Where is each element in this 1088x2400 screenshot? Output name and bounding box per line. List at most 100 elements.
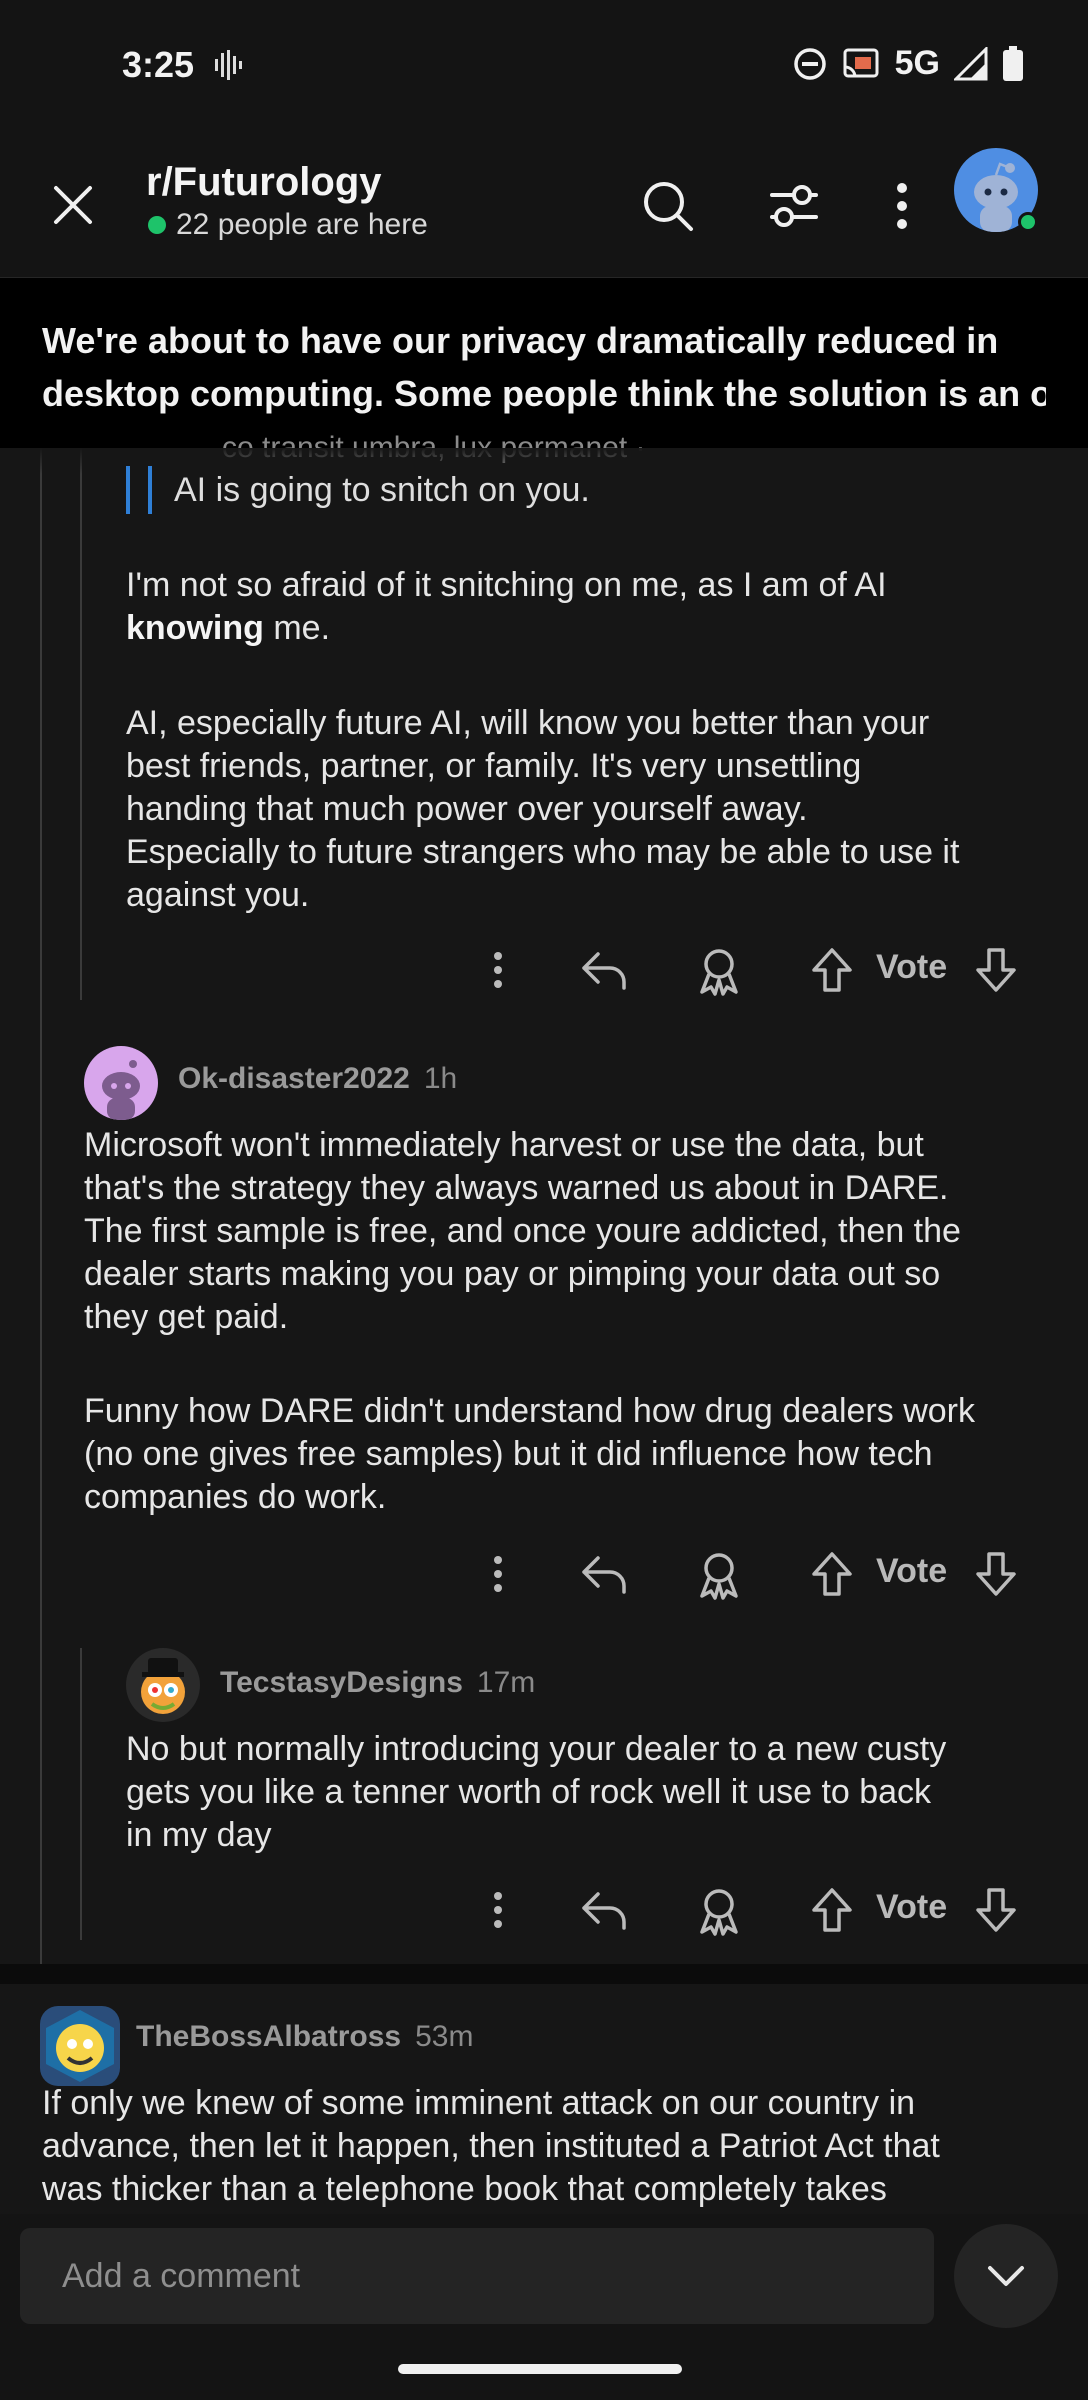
commenter-avatar[interactable] (84, 1046, 158, 1120)
comment-meta: TheBossAlbatross 53m (136, 2020, 473, 2054)
vote-label: Vote (876, 1552, 948, 1590)
upvote-icon[interactable] (810, 1550, 854, 1598)
signal-icon (954, 46, 988, 80)
block-quote: AI is going to snitch on you. (126, 466, 590, 514)
quote-text: AI is going to snitch on you. (174, 471, 590, 509)
comment-line: dealer starts making you pay or pimping … (84, 1255, 941, 1293)
comment-body: Microsoft won't immediately harvest or u… (84, 1124, 961, 1339)
comment-meta: Ok-disaster2022 1h (178, 1062, 457, 1096)
online-count: 22 people are here (148, 208, 428, 242)
downvote-icon[interactable] (974, 1886, 1018, 1934)
comment-line: Microsoft won't immediately harvest or u… (84, 1126, 924, 1164)
downvote-icon[interactable] (974, 946, 1018, 994)
comment-line: in my day (126, 1816, 272, 1854)
comment-line: handing that much power over yourself aw… (126, 790, 808, 828)
dnd-icon (793, 47, 826, 80)
comment-age: 1h (423, 1062, 458, 1095)
custom-avatar-icon (141, 1658, 185, 1714)
comment-line: that's the strategy they always warned u… (84, 1169, 949, 1207)
avatar-online-dot (1018, 212, 1038, 232)
vote-label: Vote (876, 1888, 948, 1926)
comment-composer-bar: Add a comment (0, 2214, 1088, 2400)
upvote-icon[interactable] (810, 1886, 854, 1934)
comment-line: If only we knew of some imminent attack … (42, 2084, 916, 2122)
comment-line: they get paid. (84, 1298, 289, 1336)
comment-line: The first sample is free, and once youre… (84, 1212, 961, 1250)
more-vertical-icon[interactable] (478, 948, 518, 996)
quote-bar (148, 466, 152, 514)
status-icons: 5G (793, 44, 1024, 83)
award-icon[interactable] (696, 946, 742, 996)
comment-text: me. (263, 609, 331, 647)
snoo-avatar-icon (102, 1060, 140, 1120)
upvote-icon[interactable] (810, 946, 854, 994)
close-icon[interactable] (46, 178, 100, 232)
comment-line: companies do work. (84, 1478, 387, 1516)
comment-body: Funny how DARE didn't understand how dru… (84, 1390, 975, 1519)
comment-line: AI, especially future AI, will know you … (126, 704, 930, 742)
next-comment: TheBossAlbatross 53m If only we knew of … (0, 1984, 1088, 2214)
commenter-avatar[interactable] (126, 1648, 200, 1722)
cast-icon (843, 48, 879, 77)
online-indicator (148, 216, 166, 234)
comment-line: (no one gives free samples) but it did i… (84, 1435, 933, 1473)
thread-line (80, 448, 82, 1000)
comment-actions: Vote (478, 1882, 1038, 1942)
downvote-icon[interactable] (974, 1550, 1018, 1598)
subreddit-title[interactable]: r/Futurology (146, 160, 382, 205)
search-icon[interactable] (640, 178, 696, 234)
filter-icon[interactable] (766, 178, 822, 234)
status-bar: 3:25 5G (0, 0, 1088, 134)
comment-author[interactable]: TheBossAlbatross (136, 2020, 401, 2054)
more-vertical-icon[interactable] (478, 1552, 518, 1600)
comment-body: I'm not so afraid of it snitching on me,… (126, 564, 887, 650)
comment-line: Especially to future strangers who may b… (126, 833, 960, 871)
home-indicator[interactable] (398, 2364, 682, 2374)
reply-icon[interactable] (580, 948, 628, 992)
comment-text: I'm not so afraid of it snitching on me,… (126, 566, 887, 604)
comment-actions: Vote (478, 942, 1038, 1002)
award-icon[interactable] (696, 1886, 742, 1936)
reply-icon[interactable] (580, 1552, 628, 1596)
commenter-avatar[interactable] (40, 2006, 120, 2086)
thread-separator (0, 1964, 1088, 1984)
more-vertical-icon[interactable] (478, 1888, 518, 1936)
collapse-button[interactable] (954, 2224, 1058, 2328)
comment-body: AI, especially future AI, will know you … (126, 702, 959, 917)
award-icon[interactable] (696, 1550, 742, 1600)
audio-wave-icon (215, 50, 242, 80)
online-count-label: 22 people are here (176, 208, 428, 241)
app-header: r/Futurology 22 people are here (0, 134, 1088, 278)
comment-author[interactable]: Ok-disaster2022 (178, 1062, 410, 1096)
battery-icon (1003, 45, 1023, 81)
thread-line (40, 448, 42, 1964)
thread-line (80, 1648, 82, 1940)
more-vertical-icon[interactable] (880, 178, 924, 234)
comment-line: against you. (126, 876, 310, 914)
post-title-banner[interactable]: We're about to have our privacy dramatic… (0, 278, 1088, 448)
post-title-line-1: We're about to have our privacy dramatic… (42, 320, 999, 361)
chevron-down-icon (988, 2266, 1024, 2286)
comment-line: best friends, partner, or family. It's v… (126, 747, 862, 785)
comment-line: No but normally introducing your dealer … (126, 1730, 947, 1768)
comment-bold-text: knowing (126, 609, 264, 647)
comment-meta: TecstasyDesigns 17m (220, 1666, 535, 1700)
comment-author[interactable]: TecstasyDesigns (220, 1666, 463, 1700)
status-time: 3:25 (122, 44, 195, 85)
comment-line: advance, then let it happen, then instit… (42, 2127, 940, 2165)
quote-bar (126, 466, 130, 514)
comment-actions: Vote (478, 1546, 1038, 1606)
add-comment-input[interactable]: Add a comment (20, 2228, 934, 2324)
post-title-line-2: desktop computing. Some people think the… (42, 373, 1046, 414)
comment-body: No but normally introducing your dealer … (126, 1728, 946, 1857)
vote-label: Vote (876, 948, 948, 986)
comment-line: Funny how DARE didn't understand how dru… (84, 1392, 975, 1430)
custom-avatar-icon (46, 2010, 114, 2082)
comment-line: was thicker than a telephone book that c… (42, 2170, 887, 2208)
comment-line: gets you like a tenner worth of rock wel… (126, 1773, 932, 1811)
reply-icon[interactable] (580, 1888, 628, 1932)
comment-age: 17m (476, 1666, 536, 1699)
comment-age: 53m (415, 2020, 474, 2053)
comment-body: If only we knew of some imminent attack … (42, 2082, 940, 2211)
network-label: 5G (894, 44, 940, 82)
